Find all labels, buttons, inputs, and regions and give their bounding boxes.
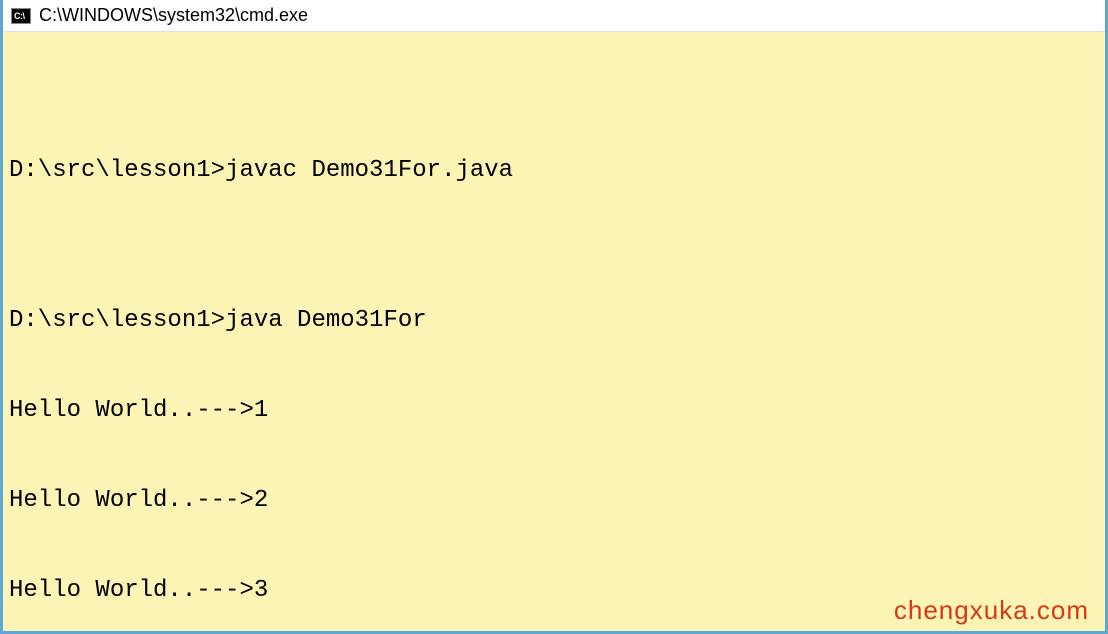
- terminal-line: D:\src\lesson1>javac Demo31For.java: [9, 156, 1099, 186]
- terminal-output[interactable]: D:\src\lesson1>javac Demo31For.java D:\s…: [3, 32, 1105, 631]
- cmd-icon-text: C:\: [14, 11, 25, 21]
- terminal-line: D:\src\lesson1>java Demo31For: [9, 306, 1099, 336]
- terminal-line: Hello World..--->2: [9, 486, 1099, 516]
- cmd-icon: C:\: [11, 8, 31, 24]
- terminal-line: Hello World..--->1: [9, 396, 1099, 426]
- watermark: chengxuka.com: [894, 595, 1089, 625]
- title-bar[interactable]: C:\ C:\WINDOWS\system32\cmd.exe: [3, 0, 1105, 32]
- window-title: C:\WINDOWS\system32\cmd.exe: [39, 5, 308, 26]
